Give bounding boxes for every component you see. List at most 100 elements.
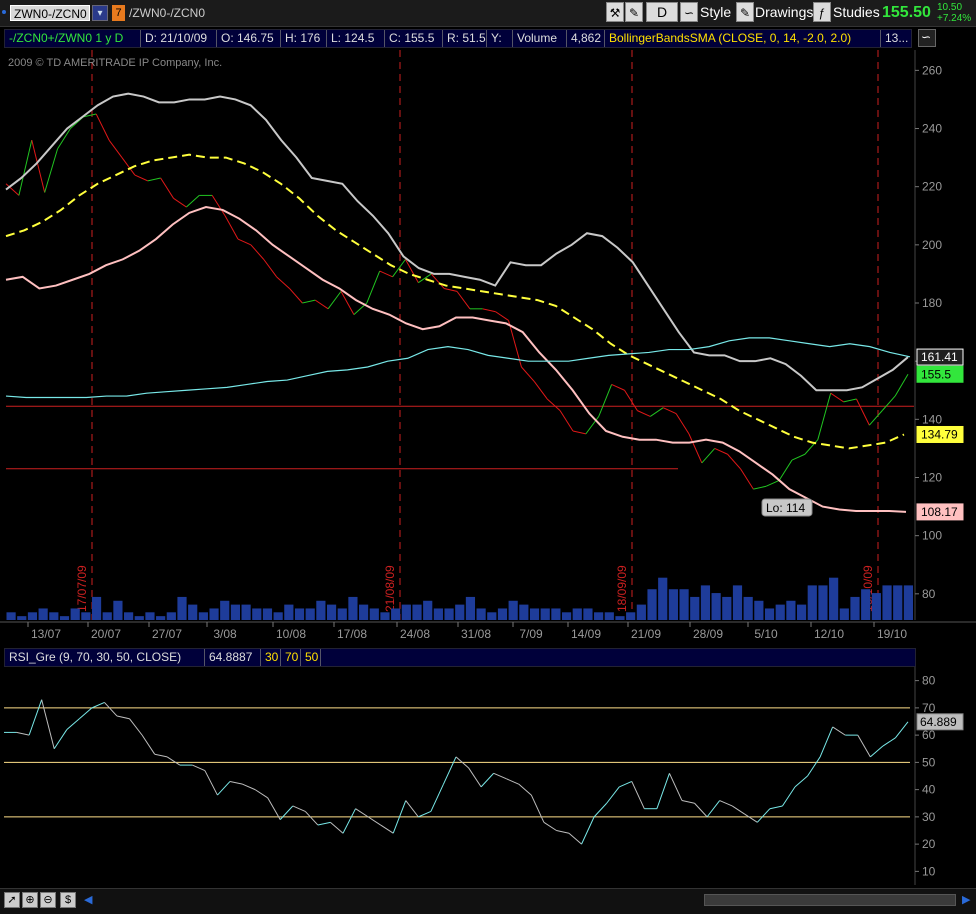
- volume-bar: [893, 585, 903, 620]
- zoom-in-button[interactable]: ⊕: [22, 892, 38, 908]
- info-low: L: 124.5: [327, 30, 385, 47]
- rsi-segment: [656, 773, 670, 809]
- volume-bar: [903, 585, 913, 620]
- style-label[interactable]: Style: [700, 3, 731, 21]
- volume-bar: [455, 604, 465, 620]
- price-axis-label: 140: [922, 412, 942, 426]
- rsi-segment: [41, 699, 55, 749]
- rsi-chart[interactable]: 1020304050607080 64.889: [0, 667, 976, 885]
- rsi-segment: [619, 780, 632, 788]
- net-change: 10.50: [937, 2, 963, 13]
- link-group-badge[interactable]: 7: [112, 5, 125, 21]
- rsi-segment: [304, 811, 319, 826]
- price-segment: [276, 276, 290, 289]
- rsi-axis-label: 10: [922, 864, 936, 878]
- volume-bar: [882, 585, 892, 620]
- expand-chart-button[interactable]: ∽: [918, 29, 936, 47]
- volume-bar: [529, 608, 540, 620]
- price-segment: [688, 433, 703, 464]
- volume-bar: [679, 589, 689, 620]
- volume-bar: [444, 608, 454, 620]
- volume-bar: [241, 604, 251, 620]
- edit-button[interactable]: ✎: [625, 2, 643, 22]
- volume-bar: [262, 608, 273, 620]
- price-last-label: 155.5: [921, 367, 951, 381]
- style-button[interactable]: ∽: [680, 2, 698, 22]
- rsi-segment: [129, 718, 143, 736]
- rsi-segment: [267, 797, 281, 820]
- price-segment: [894, 374, 909, 397]
- time-axis-label: 19/10: [877, 627, 907, 641]
- price-segment: [881, 395, 896, 411]
- volume-bar: [102, 612, 112, 620]
- volume-bar: [91, 596, 102, 620]
- volume-bar: [861, 589, 871, 620]
- volume-bar: [764, 608, 775, 620]
- info-more[interactable]: 13...: [881, 30, 913, 47]
- volume-bar: [145, 612, 155, 620]
- symbol-dropdown-button[interactable]: ▾: [92, 5, 108, 21]
- price-segment: [160, 177, 174, 199]
- rsi-segment: [66, 718, 80, 731]
- volume-bar: [70, 608, 80, 620]
- zoom-out-icon: ⊖: [43, 894, 53, 906]
- price-segment: [521, 366, 535, 382]
- volume-bar: [166, 612, 176, 620]
- volume-bar: [177, 596, 187, 620]
- scroll-left-icon[interactable]: ◀: [84, 893, 92, 906]
- time-axis-label: 28/09: [693, 627, 723, 641]
- period-button[interactable]: D: [646, 2, 678, 22]
- volume-bar: [49, 612, 59, 620]
- horizontal-scrollbar[interactable]: [704, 894, 956, 906]
- volume-bar: [348, 596, 358, 620]
- volume-bar: [465, 596, 476, 620]
- zoom-out-button[interactable]: ⊖: [40, 892, 56, 908]
- time-axis-label: 7/09: [519, 627, 543, 641]
- session-date-label: 17/07/09: [75, 565, 89, 612]
- currency-button[interactable]: $: [60, 892, 76, 908]
- volume-bar: [326, 604, 337, 620]
- volume-bar: [369, 608, 379, 620]
- symbol-input[interactable]: ZWN0-/ZCN0: [10, 5, 90, 21]
- studies-button[interactable]: ƒ: [813, 2, 831, 22]
- info-bollinger-study[interactable]: BollingerBandsSMA (CLOSE, 0, 14, -2.0, 2…: [605, 30, 881, 47]
- rsi-segment: [317, 821, 331, 826]
- price-segment: [482, 308, 496, 313]
- rsi-segment: [367, 816, 381, 826]
- drawing-tool-button[interactable]: ➚: [4, 892, 20, 908]
- time-axis-label: 17/08: [337, 627, 367, 641]
- price-axis-label: 180: [922, 296, 942, 310]
- volume-bar: [497, 608, 508, 620]
- price-segment: [791, 453, 806, 461]
- rsi-axis-label: 50: [922, 755, 936, 769]
- volume-bar: [124, 612, 134, 620]
- settings-button[interactable]: ⚒: [606, 2, 624, 22]
- time-axis-label: 12/10: [814, 627, 844, 641]
- volume-bar: [732, 585, 743, 620]
- rsi-segment: [593, 802, 608, 818]
- price-chart[interactable]: 17/07/09 21/08/09 18/09/09 16/10/09 8010012…: [0, 48, 976, 644]
- drawings-label[interactable]: Drawings: [755, 3, 813, 21]
- scroll-right-icon[interactable]: ▶: [962, 893, 970, 906]
- price-segment: [186, 195, 200, 208]
- studies-label[interactable]: Studies: [833, 3, 880, 21]
- rsi-segment: [53, 729, 68, 750]
- rsi-segment: [279, 805, 294, 820]
- volume-bar: [316, 600, 326, 620]
- volume-bar: [252, 608, 262, 620]
- price-segment: [263, 259, 278, 278]
- window-dot-icon: [2, 10, 6, 14]
- price-segment: [817, 393, 832, 440]
- volume-bar: [188, 604, 198, 620]
- rsi-axis-label: 80: [922, 674, 936, 688]
- volume-bar: [604, 612, 614, 620]
- drawings-button[interactable]: ✎: [736, 2, 754, 22]
- volume-bar: [690, 596, 700, 620]
- rsi-study-label[interactable]: RSI_Gre (9, 70, 30, 50, CLOSE): [5, 649, 205, 666]
- rsi-segment: [242, 783, 256, 791]
- volume-bar: [540, 608, 550, 620]
- second-line: [5, 337, 911, 399]
- rsi-segment: [192, 764, 206, 772]
- rsi-segment: [468, 767, 482, 788]
- bb-mid-line: [5, 153, 905, 450]
